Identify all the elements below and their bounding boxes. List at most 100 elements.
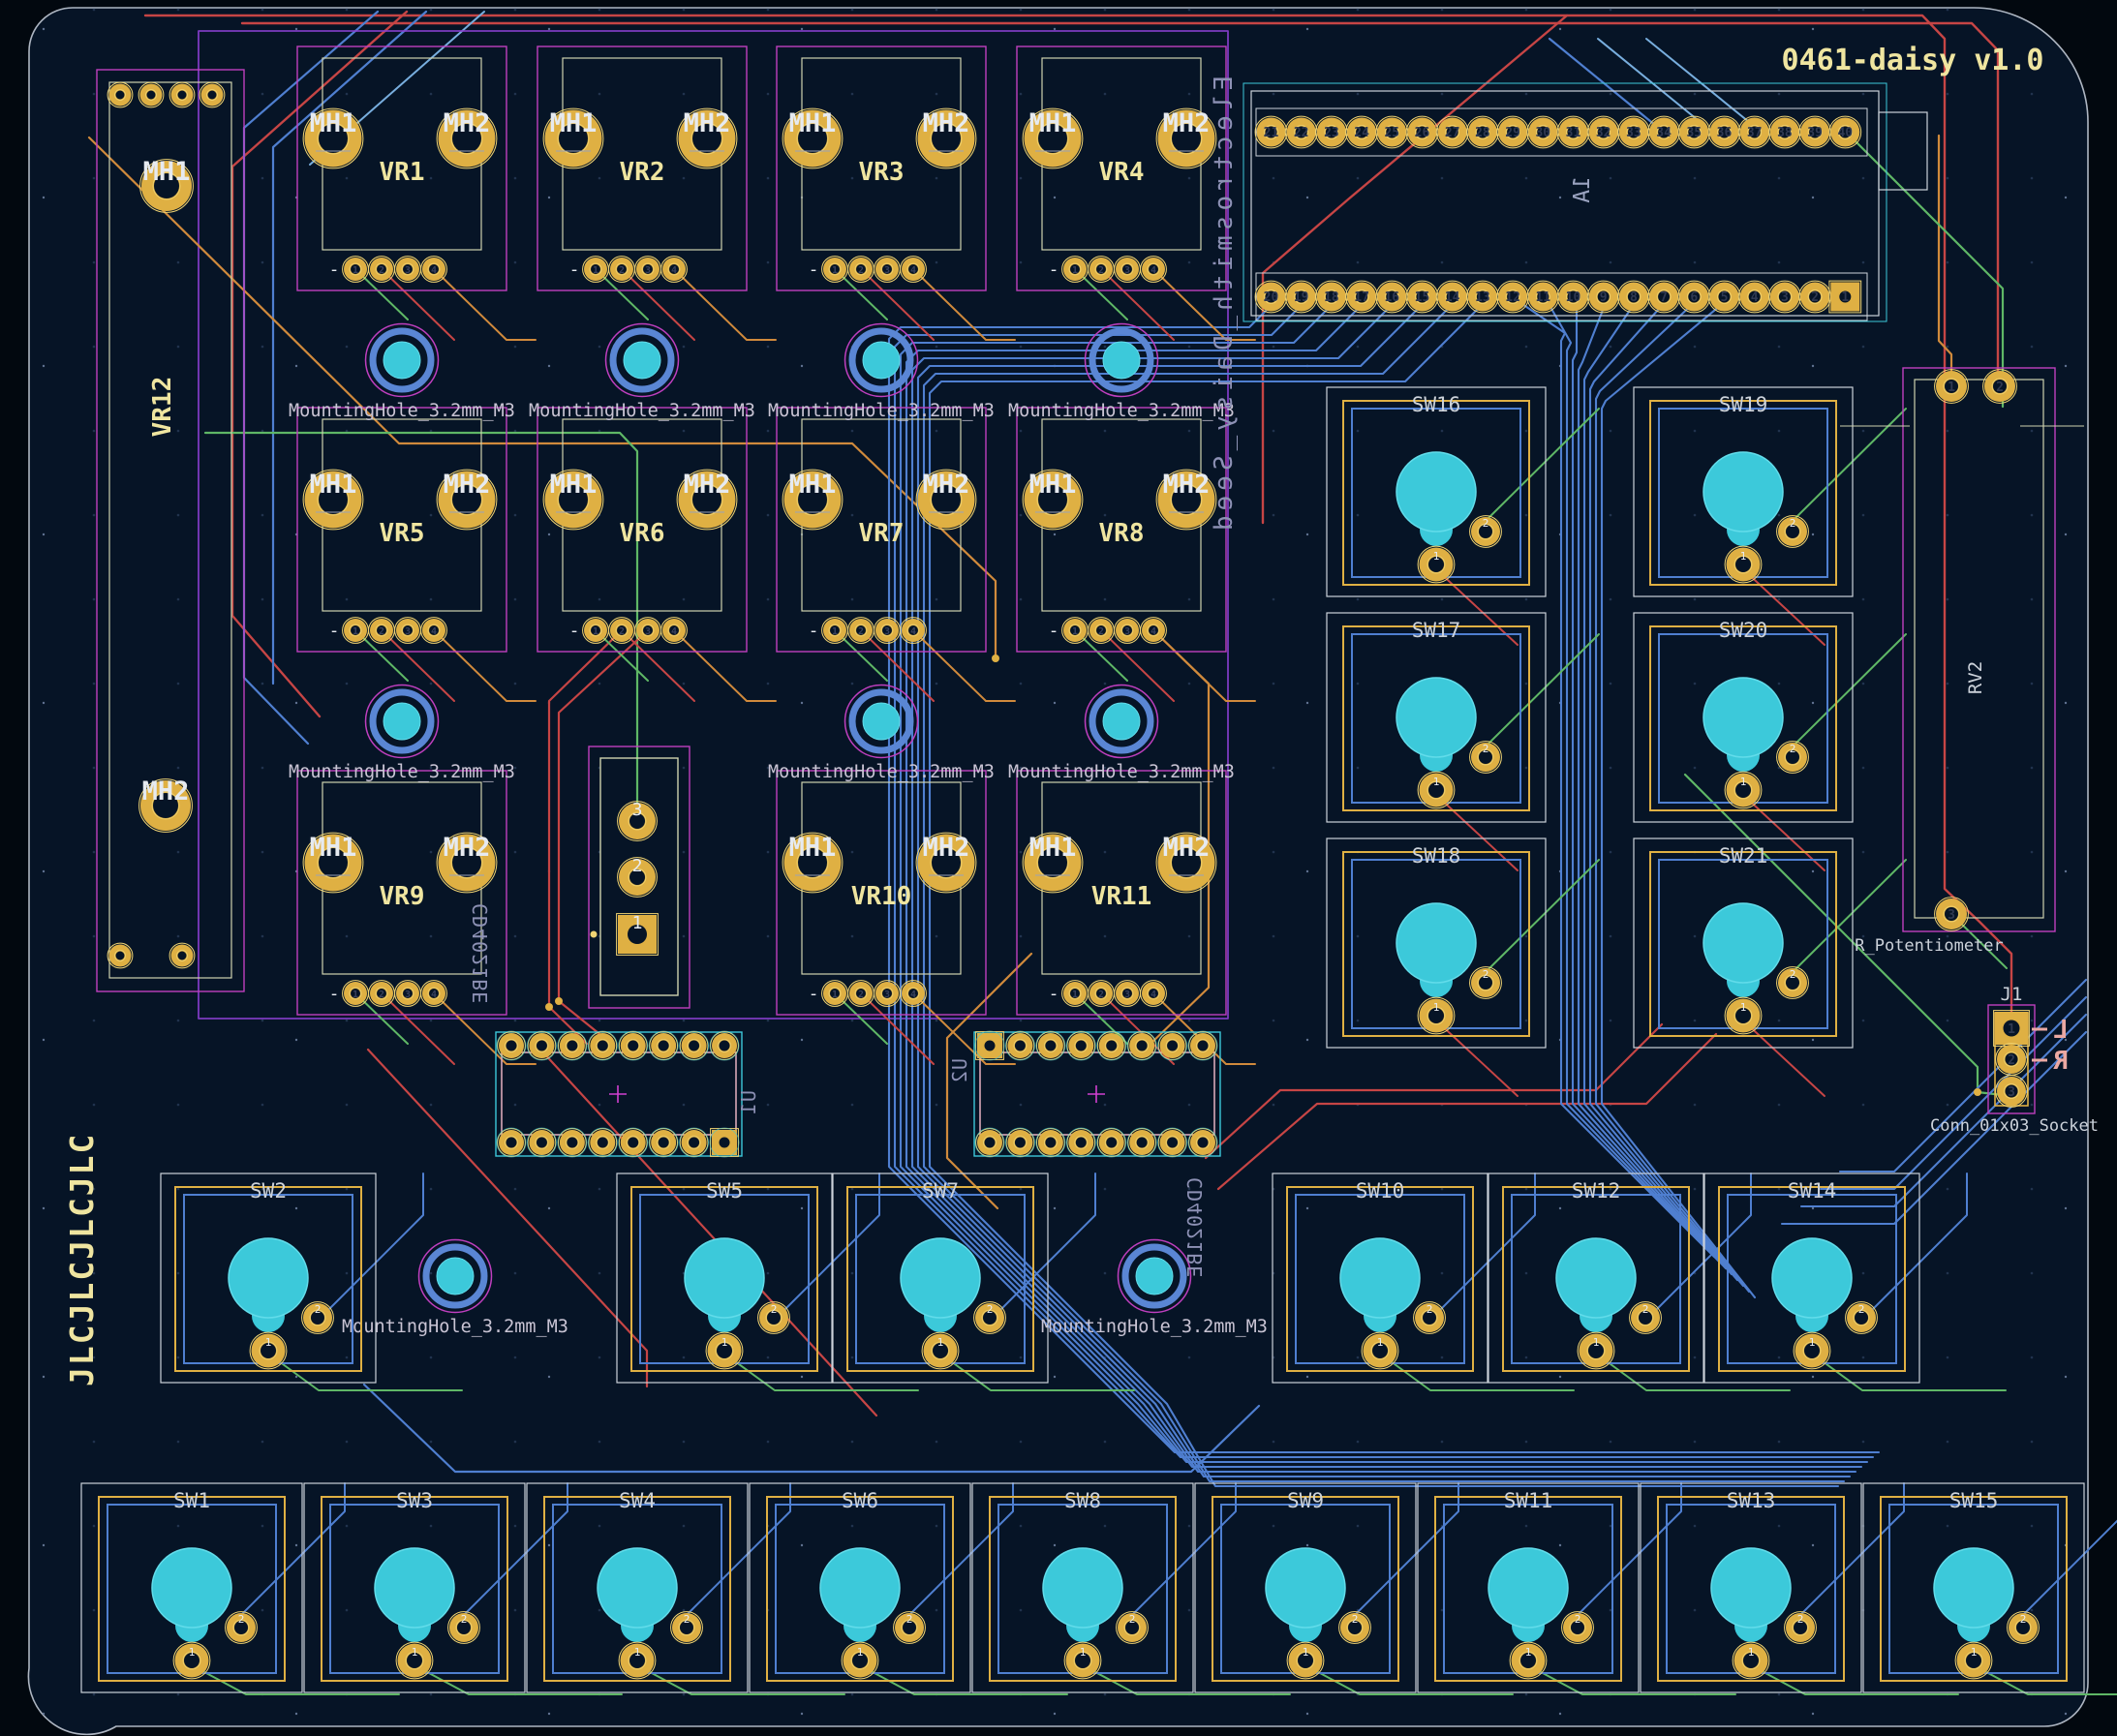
pad-hole [1198,1041,1209,1051]
pad-hole [178,952,187,960]
j1-net-label-l-mirrored: L [2053,1016,2069,1045]
keyswitch-hole [1703,678,1783,757]
label: 1 [1072,990,1078,1000]
label: 4 [1151,265,1156,276]
keyswitch-hole [1340,1238,1420,1318]
label: 2 [684,1613,690,1626]
pad-hole [116,952,125,960]
label: MH2 [1163,833,1211,863]
keyswitch-hole [1703,903,1783,983]
pad-hole [506,1138,517,1148]
keyswitch-hole [1556,1238,1636,1318]
label: MH2 [444,470,491,500]
pad-hole [1015,1138,1026,1148]
label: - [1049,259,1059,280]
label: 2 [858,626,864,637]
ref-label: SW15 [1949,1489,1999,1512]
label: 25 [1384,126,1399,140]
label: 8 [1630,290,1638,305]
mounting-hole-label: MountingHole_3.2mm_M3 [529,401,755,421]
j1-net-label-r-mirrored: R [2053,1047,2069,1076]
label: 2 [379,990,384,1000]
label: 34 [1656,126,1672,140]
footprint-j1[interactable]: 123 [1988,1005,2035,1113]
label: 1 [1433,550,1440,563]
pad-hole [116,91,125,100]
label: 1 [1080,1646,1087,1659]
pad-hole [598,1138,608,1148]
mounting-hole-label: MountingHole_3.2mm_M3 [768,762,995,782]
label: MH1 [789,470,837,500]
label: MH2 [923,470,970,500]
pad-hole [720,1138,730,1148]
label: MH1 [1029,108,1077,138]
label: 2 [238,1613,245,1626]
label: 4 [1751,290,1759,305]
label: 2 [1790,517,1796,530]
hole [1103,703,1140,740]
label: 1 [1740,550,1747,563]
label: 2 [858,990,864,1000]
label: MH2 [923,833,970,863]
ref-label: SW16 [1412,393,1461,416]
label: 2 [1129,1613,1136,1626]
keyswitch-hole [901,1238,980,1318]
ref-label: SW14 [1788,1179,1837,1203]
board-title: 0461-daisy v1.0 [1782,44,2044,77]
via[interactable] [545,1003,553,1011]
label: MH2 [1163,470,1211,500]
label: 2 [906,1613,913,1626]
label: - [1049,984,1059,1004]
ref-label: SW6 [842,1489,878,1512]
label: 2 [2008,1053,2015,1068]
via[interactable] [992,655,999,662]
via[interactable] [555,997,563,1005]
label: 2 [771,1303,778,1316]
ref-label: SW7 [922,1179,959,1203]
label: 1 [1740,1001,1747,1014]
rv2-value: R_Potentiometer [1855,936,2004,956]
label: 1 [832,990,838,1000]
label: MH1 [310,470,357,500]
label: 14 [1445,290,1460,305]
hole [624,342,660,379]
pad-hole [659,1138,669,1148]
keyswitch-hole [598,1548,677,1628]
label: 1 [593,626,598,637]
label: 24 [1354,126,1369,140]
label: 2 [461,1613,468,1626]
pad-hole [567,1041,577,1051]
pad-hole [985,1138,996,1148]
label: 3 [1124,626,1130,637]
label: 1 [832,265,838,276]
label: 2 [1483,968,1489,981]
label: 22 [1294,126,1309,140]
label: 2 [858,265,864,276]
pad-hole [985,1041,996,1051]
label: MH2 [444,833,491,863]
ref-label: VR8 [1099,519,1145,548]
mounting-hole-label: MountingHole_3.2mm_M3 [768,401,995,421]
label: 1 [593,265,598,276]
pcb-canvas[interactable]: MH1MH2VR11234-MH1MH2VR21234-MH1MH2VR3123… [0,0,2117,1736]
keyswitch-hole [820,1548,900,1628]
label: 1 [857,1646,864,1659]
ref-label: SW4 [619,1489,656,1512]
label: 1 [353,265,358,276]
label: 2 [315,1303,322,1316]
keyswitch-hole [1396,903,1476,983]
pad-hole [689,1138,699,1148]
pad-hole [1137,1041,1148,1051]
rv2-ref: RV2 [1965,661,1986,694]
via[interactable] [1974,1088,1981,1096]
pad-hole [659,1041,669,1051]
label: MH1 [310,833,357,863]
label: 26 [1415,126,1430,140]
label: 5 [1721,290,1729,305]
keyswitch-hole [229,1238,308,1318]
label: MH1 [143,157,191,187]
ref-label: SW8 [1064,1489,1101,1512]
ref-label: SW21 [1719,844,1768,868]
label: 1 [632,913,643,933]
ref-label: SW1 [173,1489,210,1512]
